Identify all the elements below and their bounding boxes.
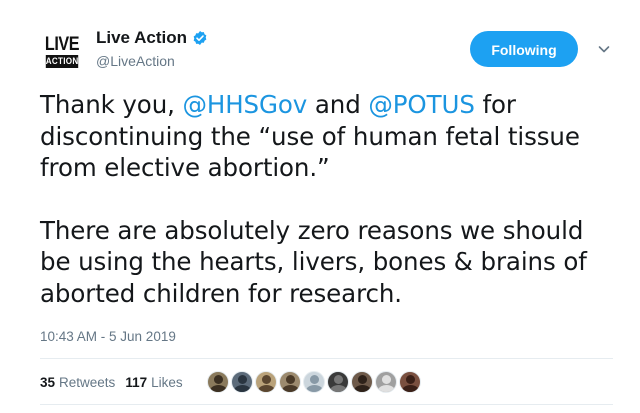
liker-avatars [206, 371, 423, 393]
avatar-head-shape [309, 375, 319, 384]
name-row: Live Action [96, 26, 208, 50]
text-run: and [307, 90, 369, 119]
liker-avatar[interactable] [326, 371, 349, 393]
divider [40, 404, 613, 405]
avatar-body-shape [377, 385, 395, 392]
avatar-head-shape [237, 375, 247, 384]
tweet-timestamp[interactable]: 10:43 AM - 5 Jun 2019 [40, 329, 176, 344]
avatar-body-shape [281, 385, 299, 392]
user-info[interactable]: Live Action @LiveAction [96, 26, 208, 69]
following-button[interactable]: Following [470, 31, 578, 67]
avatar-head-shape [213, 375, 223, 384]
liker-avatar[interactable] [230, 371, 253, 393]
liker-avatar[interactable] [350, 371, 373, 393]
display-name[interactable]: Live Action [96, 28, 187, 48]
avatar-head-shape [381, 375, 391, 384]
profile-avatar[interactable]: LIVE ACTION [40, 34, 84, 74]
liker-avatar[interactable] [374, 371, 397, 393]
tweet-card: LIVE ACTION Live Action @LiveAction Foll… [0, 0, 640, 413]
avatar-head-shape [357, 375, 367, 384]
user-handle[interactable]: @LiveAction [96, 53, 208, 69]
avatar-body-shape [257, 385, 275, 392]
avatar-head-shape [333, 375, 343, 384]
likes-stat[interactable]: 117 Likes [125, 375, 182, 390]
liker-avatar[interactable] [398, 371, 421, 393]
mention-hhsgov[interactable]: @HHSGov [183, 90, 308, 119]
avatar-body-shape [209, 385, 227, 392]
avatar-body-shape [401, 385, 419, 392]
liker-avatar[interactable] [254, 371, 277, 393]
chevron-down-icon[interactable] [596, 41, 612, 57]
likes-label: Likes [151, 374, 183, 390]
logo-text-bottom: ACTION [45, 55, 79, 68]
avatar-head-shape [285, 375, 295, 384]
verified-badge-icon [192, 30, 208, 46]
liker-avatar[interactable] [206, 371, 229, 393]
text-run: Thank you, [40, 90, 183, 119]
liker-avatar[interactable] [278, 371, 301, 393]
avatar-body-shape [305, 385, 323, 392]
avatar-body-shape [233, 385, 251, 392]
tweet-paragraph-2: There are absolutely zero reasons we sho… [40, 215, 587, 308]
tweet-text: Thank you, @HHSGov and @POTUS for discon… [40, 89, 620, 309]
liker-avatar[interactable] [302, 371, 325, 393]
logo-text-top: LIVE [44, 34, 80, 55]
tweet-stats: 35 Retweets 117 Likes [40, 369, 423, 395]
likes-count: 117 [125, 374, 148, 390]
retweets-stat[interactable]: 35 Retweets [40, 375, 115, 390]
avatar-body-shape [329, 385, 347, 392]
tweet-header: LIVE ACTION Live Action @LiveAction Foll… [40, 26, 620, 76]
retweets-count: 35 [40, 374, 56, 390]
retweets-label: Retweets [59, 374, 116, 390]
mention-potus[interactable]: @POTUS [368, 90, 475, 119]
avatar-head-shape [261, 375, 271, 384]
divider [40, 358, 613, 359]
tweet-paragraph-1: Thank you, @HHSGov and @POTUS for discon… [40, 89, 620, 184]
avatar-head-shape [405, 375, 415, 384]
avatar-body-shape [353, 385, 371, 392]
